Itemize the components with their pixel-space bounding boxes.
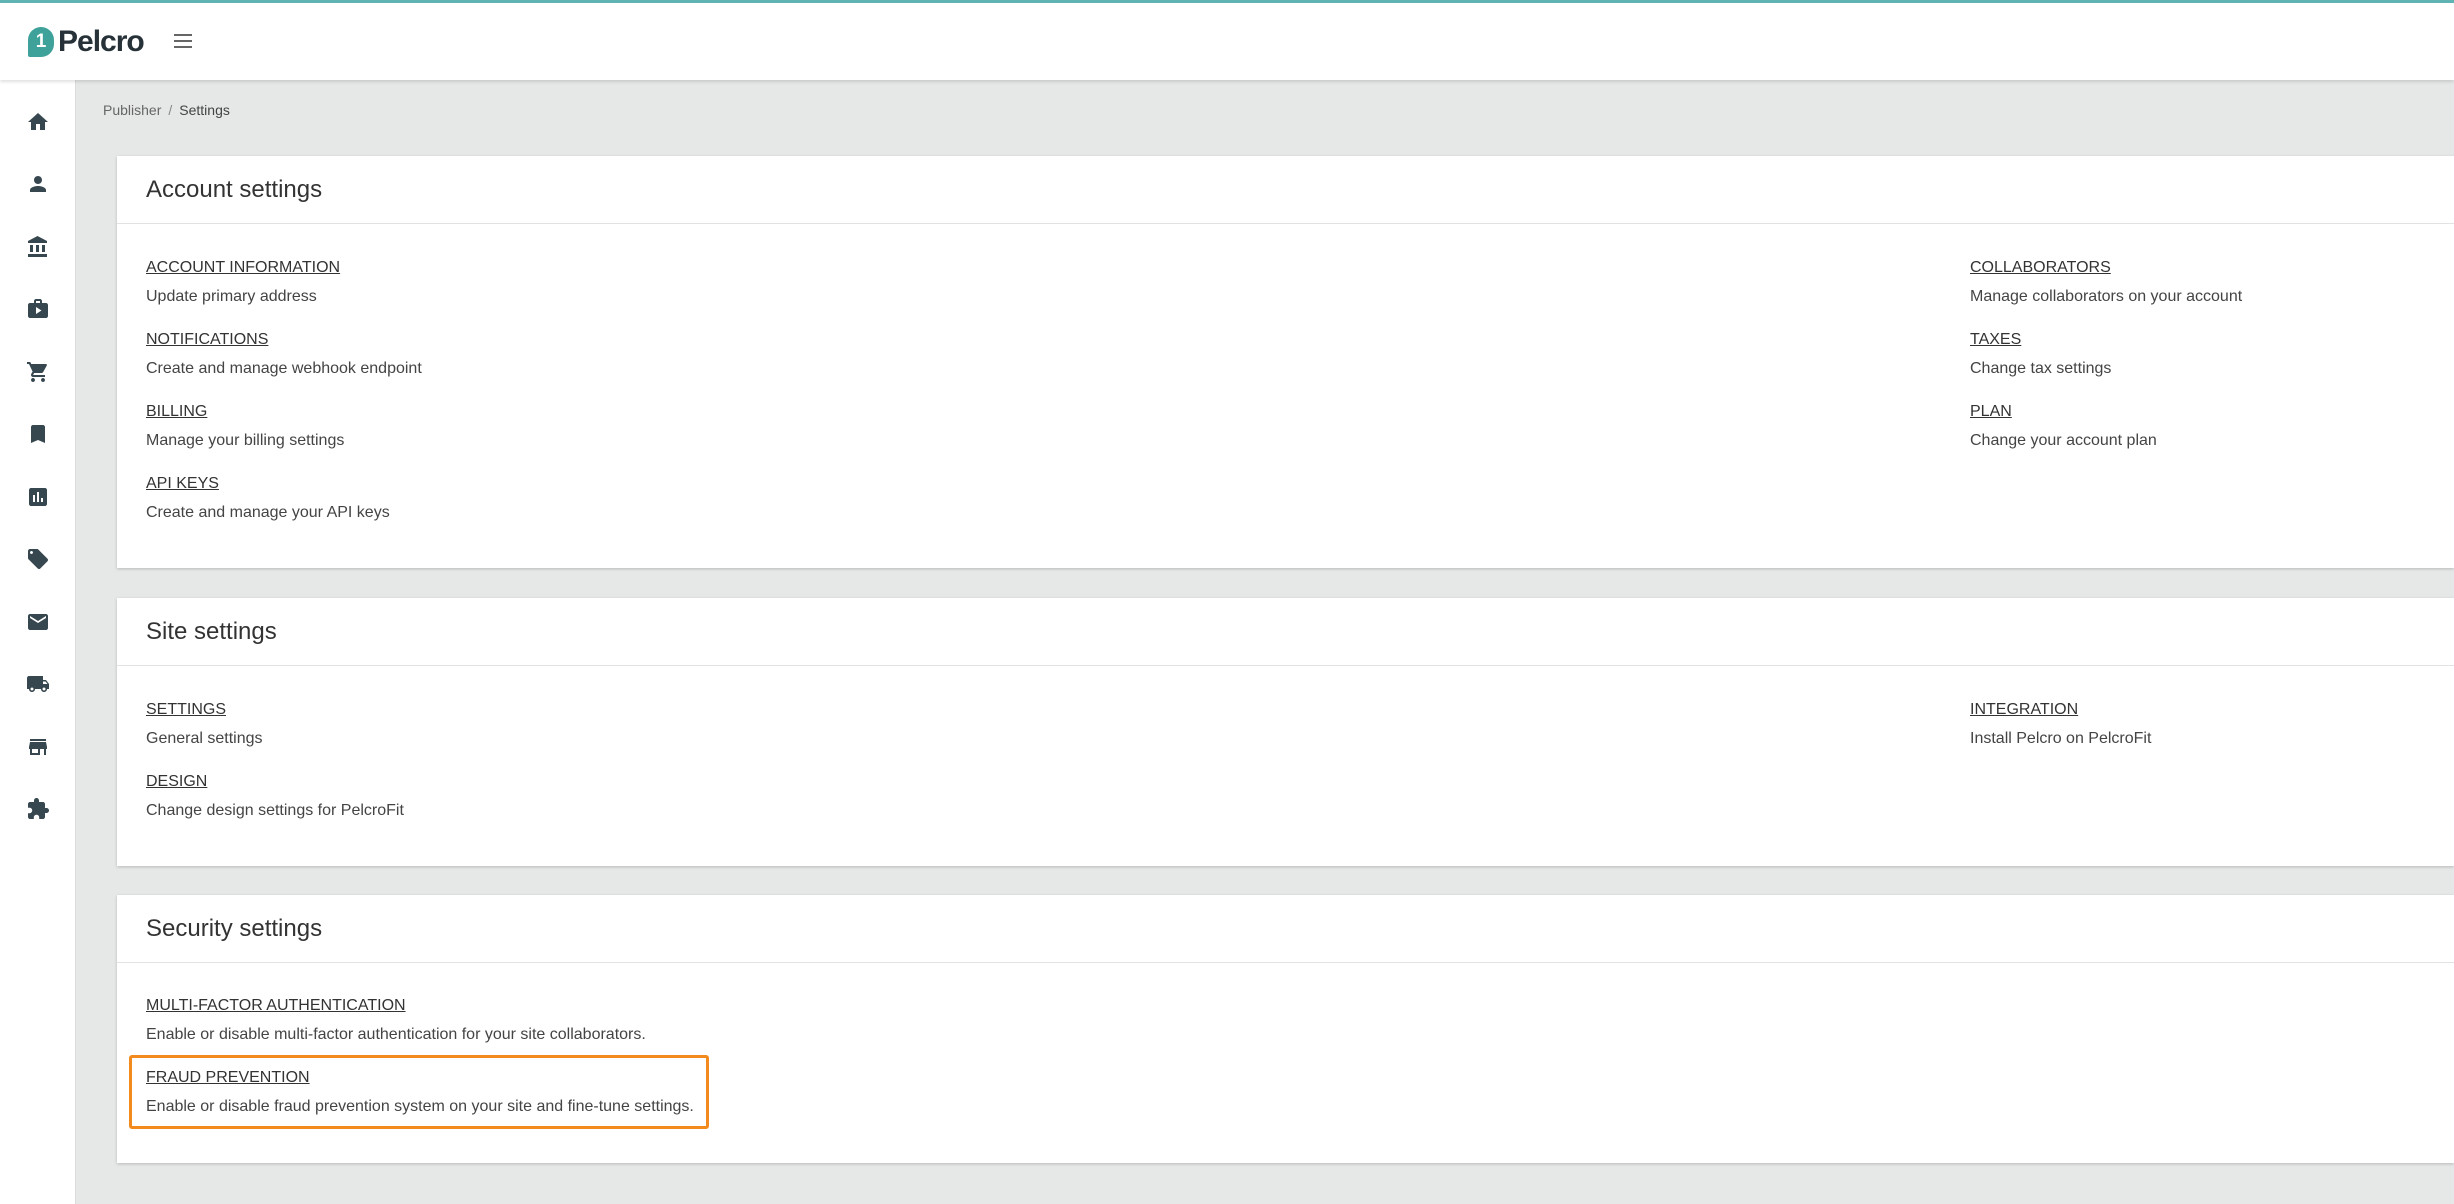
setting-account-information: ACCOUNT INFORMATION Update primary addre… [146, 258, 340, 307]
breadcrumb-separator: / [168, 102, 173, 118]
site-settings-link[interactable]: SETTINGS [146, 700, 263, 720]
bookmark-icon[interactable] [22, 418, 54, 450]
billing-desc: Manage your billing settings [146, 432, 345, 449]
plan-link[interactable]: PLAN [1970, 402, 2157, 422]
home-icon[interactable] [22, 106, 54, 138]
plan-desc: Change your account plan [1970, 432, 2157, 449]
ticket-icon[interactable] [22, 543, 54, 575]
security-settings-title: Security settings [146, 914, 323, 942]
setting-design: DESIGN Change design settings for Pelcro… [146, 772, 404, 821]
bank-icon[interactable] [22, 231, 54, 263]
api-keys-desc: Create and manage your API keys [146, 504, 390, 521]
setting-notifications: NOTIFICATIONS Create and manage webhook … [146, 330, 422, 379]
notifications-desc: Create and manage webhook endpoint [146, 360, 422, 377]
security-settings-header: Security settings [117, 895, 2454, 963]
mail-icon[interactable] [22, 606, 54, 638]
cart-icon[interactable] [22, 356, 54, 388]
setting-site-settings: SETTINGS General settings [146, 700, 263, 749]
setting-collaborators: COLLABORATORS Manage collaborators on yo… [1970, 258, 2242, 307]
briefcase-icon[interactable] [22, 293, 54, 325]
account-settings-title: Account settings [146, 175, 323, 203]
chart-icon[interactable] [22, 481, 54, 513]
account-information-link[interactable]: ACCOUNT INFORMATION [146, 258, 340, 278]
account-settings-card: Account settings ACCOUNT INFORMATION Upd… [117, 156, 2454, 568]
multi-factor-authentication-desc: Enable or disable multi-factor authentic… [146, 1026, 646, 1043]
puzzle-icon[interactable] [22, 793, 54, 825]
integration-desc: Install Pelcro on PelcroFit [1970, 730, 2152, 747]
site-settings-title: Site settings [146, 617, 277, 645]
setting-taxes: TAXES Change tax settings [1970, 330, 2111, 379]
top-bar: 1 Pelcro [0, 0, 2454, 80]
site-settings-card: Site settings SETTINGS General settings … [117, 598, 2454, 866]
user-icon[interactable] [22, 168, 54, 200]
store-icon[interactable] [22, 731, 54, 763]
breadcrumb-publisher[interactable]: Publisher [103, 102, 161, 118]
setting-fraud-prevention: FRAUD PREVENTION Enable or disable fraud… [146, 1068, 694, 1117]
setting-billing: BILLING Manage your billing settings [146, 402, 344, 451]
taxes-desc: Change tax settings [1970, 360, 2112, 377]
setting-api-keys: API KEYS Create and manage your API keys [146, 474, 390, 523]
account-information-desc: Update primary address [146, 288, 317, 305]
api-keys-link[interactable]: API KEYS [146, 474, 390, 494]
breadcrumb: Publisher / Settings [103, 102, 230, 118]
sidebar-nav [0, 80, 76, 1204]
billing-link[interactable]: BILLING [146, 402, 344, 422]
fraud-prevention-link[interactable]: FRAUD PREVENTION [146, 1068, 694, 1088]
pelcro-logo[interactable]: 1 Pelcro [28, 25, 145, 59]
multi-factor-authentication-link[interactable]: MULTI-FACTOR AUTHENTICATION [146, 996, 646, 1016]
fraud-prevention-desc: Enable or disable fraud prevention syste… [146, 1098, 694, 1115]
setting-multi-factor-authentication: MULTI-FACTOR AUTHENTICATION Enable or di… [146, 996, 646, 1045]
breadcrumb-current: Settings [179, 102, 230, 118]
pelcro-logo-text: Pelcro [58, 25, 145, 58]
account-settings-header: Account settings [117, 156, 2454, 224]
hamburger-menu-icon[interactable] [174, 30, 192, 50]
security-settings-card: Security settings MULTI-FACTOR AUTHENTIC… [117, 895, 2454, 1163]
design-desc: Change design settings for PelcroFit [146, 802, 404, 819]
truck-icon[interactable] [22, 668, 54, 700]
setting-integration: INTEGRATION Install Pelcro on PelcroFit [1970, 700, 2151, 749]
design-link[interactable]: DESIGN [146, 772, 404, 792]
site-settings-header: Site settings [117, 598, 2454, 666]
notifications-link[interactable]: NOTIFICATIONS [146, 330, 422, 350]
pelcro-logo-mark: 1 [28, 27, 54, 57]
taxes-link[interactable]: TAXES [1970, 330, 2111, 350]
integration-link[interactable]: INTEGRATION [1970, 700, 2151, 720]
collaborators-desc: Manage collaborators on your account [1970, 288, 2243, 305]
collaborators-link[interactable]: COLLABORATORS [1970, 258, 2242, 278]
site-settings-desc: General settings [146, 730, 263, 747]
setting-plan: PLAN Change your account plan [1970, 402, 2157, 451]
